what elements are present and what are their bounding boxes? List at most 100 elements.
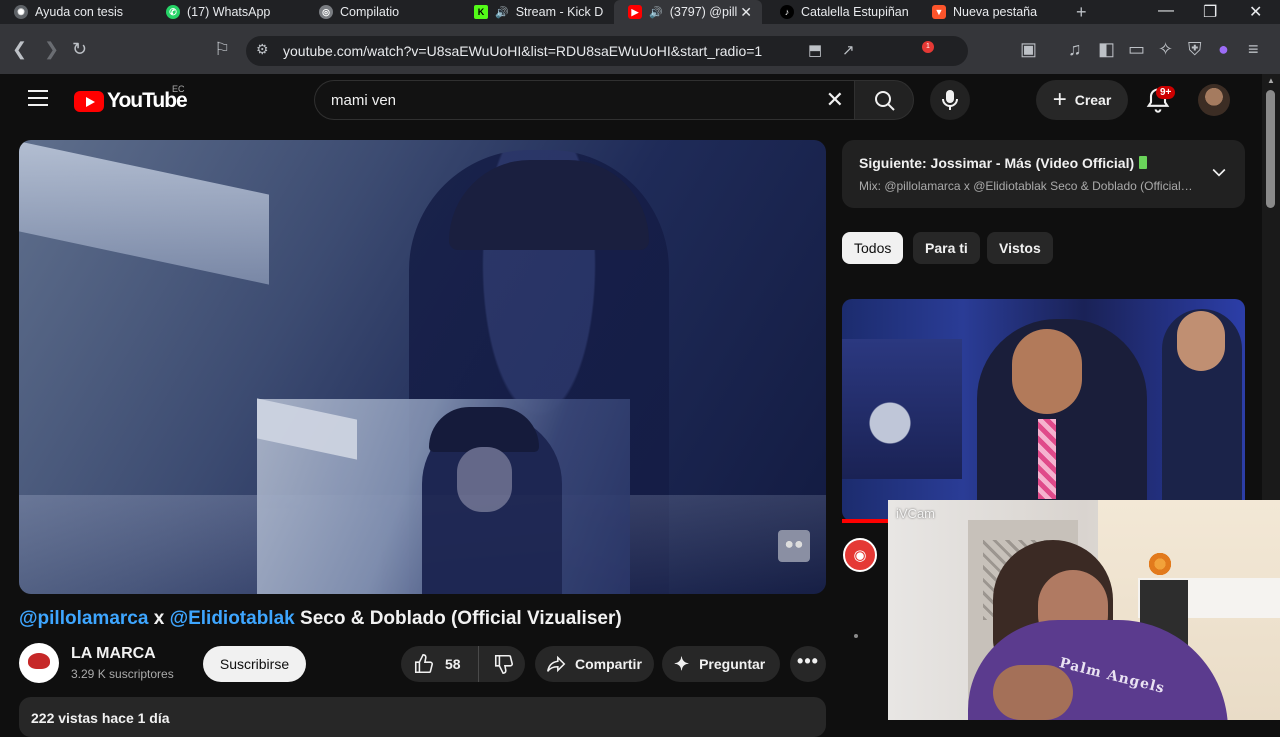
youtube-logo[interactable]: YouTube EC [74,84,188,113]
search-icon [875,91,895,111]
tab-title: Stream - Kick D [515,5,604,19]
search-input[interactable]: mami ven ✕ [314,80,854,120]
recommended-video-thumbnail[interactable] [842,299,1245,521]
media-controls-icon[interactable]: ♫ [1068,39,1082,59]
wallet-icon[interactable]: ▭ [1128,39,1145,59]
browser-tab-active[interactable]: ▶ 🔊 (3797) @pill ✕ [614,0,762,24]
youtube-masthead: YouTube EC mami ven ✕ + Crear 9+ [0,74,1262,126]
close-window-icon[interactable]: ✕ [1249,2,1262,22]
forward-arrow-icon[interactable]: ❯ [44,39,59,59]
view-count-date: 222 vistas hace 1 día [31,710,170,726]
more-actions-button[interactable]: ••• [790,646,826,682]
video-inset-frame [257,398,630,594]
webcam-overlay: Palm Angels iVCam [888,500,1280,720]
browser-tab[interactable]: ✆ (17) WhatsApp [152,0,302,24]
scrollbar-thumb[interactable] [1266,90,1275,208]
tab-title: Compilatio [340,5,400,19]
title-text: Seco & Doblado (Official Vizualiser) [300,608,622,629]
like-count: 58 [445,656,461,672]
browser-tab[interactable]: K 🔊 Stream - Kick D [460,0,612,24]
kick-icon: K [474,5,488,19]
address-url[interactable]: youtube.com/watch?v=U8saEWuUoHI&list=RDU… [283,43,762,59]
speaker-icon[interactable]: 🔊 [649,6,663,19]
tab-title: (3797) @pill [669,5,738,19]
cast-icon[interactable]: ▣ [1020,39,1037,59]
speaker-icon[interactable]: 🔊 [495,6,509,19]
chevron-down-icon[interactable] [1209,162,1229,182]
chip-para-ti[interactable]: Para ti [913,232,980,264]
channel-name[interactable]: LA MARCA [71,645,156,663]
browser-tab-strip: ✺ Ayuda con tesis ✆ (17) WhatsApp ◎ Comp… [0,0,1280,24]
profile-icon[interactable]: ● [1218,39,1229,59]
account-avatar[interactable] [1198,84,1230,116]
bookmark-icon[interactable]: ⚐ [214,39,230,59]
share-button[interactable]: Compartir [535,646,654,682]
voice-search-button[interactable] [930,80,970,120]
youtube-play-icon [74,90,104,112]
tab-title: (17) WhatsApp [187,5,271,19]
title-separator: x [153,608,165,629]
share-arrow-icon [546,655,566,673]
plus-icon: + [1052,86,1067,113]
description-box[interactable]: 222 vistas hace 1 día [19,697,826,737]
battery-emoji-icon [1139,156,1148,169]
like-button[interactable]: 58 [401,646,479,682]
tab-title: Catalella Estupiñan [801,5,909,19]
ask-label: Preguntar [699,656,766,672]
scroll-up-arrow-icon[interactable]: ▲ [1267,76,1275,85]
browser-tab[interactable]: ♪ Catalella Estupiñan [766,0,916,24]
browser-tab[interactable]: ▼ Nueva pestaña [918,0,1068,24]
site-info-icon[interactable]: ⚙ [256,41,269,58]
like-dislike-group: 58 [401,646,525,682]
webcam-label: iVCam [896,506,936,521]
subscribe-button[interactable]: Suscribirse [203,646,306,682]
whatsapp-icon: ✆ [166,5,180,19]
tab-title: Nueva pestaña [953,5,1038,19]
mix-radio-icon[interactable]: ◉ [843,538,877,572]
sidebar-icon[interactable]: ◧ [1098,39,1115,59]
dislike-button[interactable] [479,653,515,675]
up-next-panel[interactable]: Siguiente: Jossimar - Más (Video Officia… [842,140,1245,208]
chip-vistos[interactable]: Vistos [987,232,1053,264]
mix-subtitle: Mix: @pillolamarca x @Elidiotablak Seco … [859,179,1194,193]
address-bar[interactable]: ⚙ youtube.com/watch?v=U8saEWuUoHI&list=R… [246,36,968,66]
title-mention-link[interactable]: @pillolamarca [19,608,148,629]
globe-icon: ◎ [319,5,333,19]
brave-icon: ▼ [932,5,946,19]
clear-search-icon[interactable]: ✕ [826,87,844,113]
thumbnail-progress-bar [842,519,892,523]
close-tab-icon[interactable]: ✕ [740,4,752,20]
tab-title: Ayuda con tesis [35,5,124,19]
reload-icon[interactable]: ↻ [72,39,87,59]
search-button[interactable] [854,80,914,120]
restore-window-icon[interactable]: ❐ [1203,2,1217,22]
openai-icon: ✺ [14,5,28,19]
leo-ai-icon[interactable]: ✧ [1158,39,1173,59]
ask-button[interactable]: ✦ Preguntar [662,646,780,682]
thumbs-down-icon [494,654,514,674]
thumbs-up-icon [414,654,434,674]
notifications-badge: 9+ [1156,86,1176,99]
new-tab-button[interactable]: + [1076,2,1087,23]
create-label: Crear [1074,92,1112,108]
share-icon[interactable]: ↗ [842,41,855,59]
install-app-icon[interactable]: ⬒ [808,41,822,59]
minimize-icon[interactable]: — [1158,2,1174,20]
browser-tab[interactable]: ◎ Compilatio [305,0,455,24]
guide-menu-icon[interactable] [28,90,48,106]
create-button[interactable]: + Crear [1036,80,1128,120]
vpn-icon[interactable]: ⛨ [1188,39,1202,59]
chip-todos[interactable]: Todos [842,232,904,264]
search-query[interactable]: mami ven [331,92,396,109]
up-next-title: Siguiente: Jossimar - Más (Video Officia… [859,155,1148,171]
back-arrow-icon[interactable]: ❮ [12,39,27,59]
rewards-badge: 1 [922,41,934,53]
browser-tab[interactable]: ✺ Ayuda con tesis [0,0,150,24]
channel-avatar[interactable] [19,643,59,683]
menu-icon[interactable]: ≡ [1248,39,1259,59]
video-player[interactable] [19,140,826,594]
title-mention-link[interactable]: @Elidiotablak [170,608,295,629]
channel-watermark-icon[interactable] [778,530,810,562]
region-code: EC [172,84,185,94]
tiktok-icon: ♪ [780,5,794,19]
